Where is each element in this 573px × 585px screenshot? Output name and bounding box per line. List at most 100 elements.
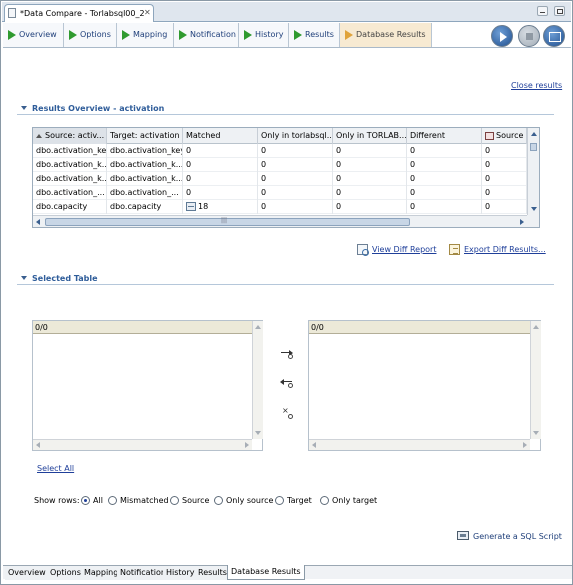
column-header-only-in-source[interactable]: Only in torlabsql...	[258, 128, 333, 144]
table-row[interactable]: dbo.activation_k... dbo.activation_k... …	[33, 158, 527, 172]
tab-options[interactable]: Options	[64, 23, 117, 47]
scroll-thumb[interactable]	[530, 143, 537, 151]
close-icon[interactable]: ✕	[144, 8, 151, 17]
vertical-scrollbar[interactable]	[527, 128, 539, 215]
scroll-left-icon[interactable]	[312, 442, 316, 448]
cell-only-source: 0	[258, 144, 333, 158]
header-label: Matched	[186, 131, 221, 140]
collapse-icon[interactable]	[21, 276, 27, 280]
tab-label: History	[255, 30, 284, 39]
export-diff-results-link[interactable]: Export Diff Results...	[464, 245, 546, 254]
scroll-left-icon[interactable]	[36, 442, 40, 448]
bottom-tab-options[interactable]: Options	[47, 566, 85, 580]
tab-label: Results	[305, 30, 334, 39]
column-header-matched[interactable]: Matched	[183, 128, 258, 144]
data-compare-editor: *Data Compare - Torlabsql00_2 ✕ Overview…	[0, 0, 573, 585]
generate-sql-script-link[interactable]: Generate a SQL Script	[473, 532, 562, 541]
scroll-up-icon[interactable]	[255, 325, 261, 329]
header-label: Source t	[496, 131, 527, 140]
cell-only-target: 0	[333, 158, 407, 172]
close-results-link[interactable]: Close results	[511, 81, 562, 90]
column-header-source-total[interactable]: Source t	[482, 128, 527, 144]
cell-target: dbo.activation_...	[107, 186, 183, 200]
collapse-icon[interactable]	[21, 106, 27, 110]
cell-only-target: 0	[333, 172, 407, 186]
column-header-source[interactable]: Source: activ...	[33, 128, 107, 144]
cell-target: dbo.capacity	[107, 200, 183, 214]
header-label: Source: activ...	[45, 131, 105, 140]
cell-source-total: 0	[482, 158, 527, 172]
select-all-link[interactable]: Select All	[37, 464, 74, 473]
tab-notification[interactable]: Notification	[174, 23, 239, 47]
view-diff-report-link[interactable]: View Diff Report	[372, 245, 436, 254]
tab-database-results[interactable]: Database Results	[340, 23, 432, 47]
editor-tab[interactable]: *Data Compare - Torlabsql00_2 ✕	[4, 4, 154, 22]
cell-matched-value: 18	[198, 202, 209, 211]
tab-mapping[interactable]: Mapping	[117, 23, 174, 47]
table-row[interactable]: dbo.capacity dbo.capacity 18 0 0 0 0	[33, 200, 527, 214]
scroll-up-icon[interactable]	[531, 132, 537, 136]
target-row-count: 0/0	[309, 321, 530, 334]
cell-source: dbo.activation_...	[33, 186, 107, 200]
minimize-icon[interactable]	[537, 6, 548, 16]
bottom-tab-database-results[interactable]: Database Results	[227, 565, 305, 580]
scroll-down-icon[interactable]	[531, 207, 537, 211]
scroll-down-icon[interactable]	[255, 431, 261, 435]
table-header: Source: activ... Target: activation Matc…	[33, 128, 527, 144]
target-rows-pane: 0/0	[308, 320, 541, 451]
tab-label: Mapping	[133, 30, 168, 39]
delete-row-icon[interactable]: ×	[281, 406, 295, 421]
cell-matched: 0	[183, 172, 258, 186]
tab-overview[interactable]: Overview	[3, 23, 64, 47]
bottom-tab-overview[interactable]: Overview	[5, 566, 50, 580]
table-row[interactable]: dbo.activation_k... dbo.activation_k... …	[33, 172, 527, 186]
scroll-right-icon[interactable]	[520, 219, 524, 225]
scroll-left-icon[interactable]	[36, 219, 40, 225]
document-icon	[8, 8, 16, 18]
vertical-scrollbar[interactable]	[252, 321, 263, 439]
column-header-target[interactable]: Target: activation	[107, 128, 183, 144]
scroll-right-icon[interactable]	[245, 442, 249, 448]
bottom-tab-history[interactable]: History	[163, 566, 199, 580]
horizontal-scrollbar[interactable]	[33, 215, 527, 227]
sql-script-icon[interactable]	[457, 531, 469, 540]
bottom-tab-notification[interactable]: Notification	[117, 566, 170, 580]
horizontal-scrollbar[interactable]	[33, 439, 252, 450]
stop-icon[interactable]	[518, 25, 540, 47]
results-table: Source: activ... Target: activation Matc…	[32, 127, 540, 228]
green-arrow-icon	[8, 30, 16, 40]
table-row[interactable]: dbo.activation_... dbo.activation_... 0 …	[33, 186, 527, 200]
vertical-scrollbar[interactable]	[530, 321, 541, 439]
scroll-down-icon[interactable]	[533, 431, 539, 435]
scroll-up-icon[interactable]	[533, 325, 539, 329]
maximize-icon[interactable]	[554, 6, 565, 16]
tab-label: Overview	[19, 30, 57, 39]
section-divider	[17, 284, 554, 285]
table-row[interactable]: dbo.activation_key dbo.activation_key 0 …	[33, 144, 527, 158]
cell-only-source: 0	[258, 186, 333, 200]
column-header-only-in-target[interactable]: Only in TORLAB...	[333, 128, 407, 144]
cell-target: dbo.activation_k...	[107, 158, 183, 172]
tab-history[interactable]: History	[239, 23, 289, 47]
cell-source: dbo.activation_k...	[33, 158, 107, 172]
copy-to-source-icon[interactable]	[280, 378, 295, 390]
console-icon[interactable]	[543, 25, 565, 47]
cell-source: dbo.activation_key	[33, 144, 107, 158]
horizontal-scrollbar[interactable]	[309, 439, 530, 450]
bottom-tab-bar: Overview Options Mapping Notification Hi…	[3, 565, 572, 580]
copy-to-target-icon[interactable]	[281, 349, 295, 361]
cell-different: 0	[407, 200, 482, 214]
scroll-right-icon[interactable]	[523, 442, 527, 448]
green-arrow-icon	[179, 30, 187, 40]
cell-matched: 18	[183, 200, 258, 214]
view-report-icon[interactable]	[357, 244, 369, 256]
scroll-thumb[interactable]	[45, 217, 410, 226]
bottom-tab-results[interactable]: Results	[195, 566, 231, 580]
tab-results[interactable]: Results	[289, 23, 340, 47]
cell-source-total: 0	[482, 200, 527, 214]
run-icon[interactable]	[491, 25, 513, 47]
column-header-different[interactable]: Different	[407, 128, 482, 144]
export-icon[interactable]	[449, 244, 460, 255]
cell-source-total: 0	[482, 144, 527, 158]
header-label: Only in TORLAB...	[336, 131, 407, 140]
